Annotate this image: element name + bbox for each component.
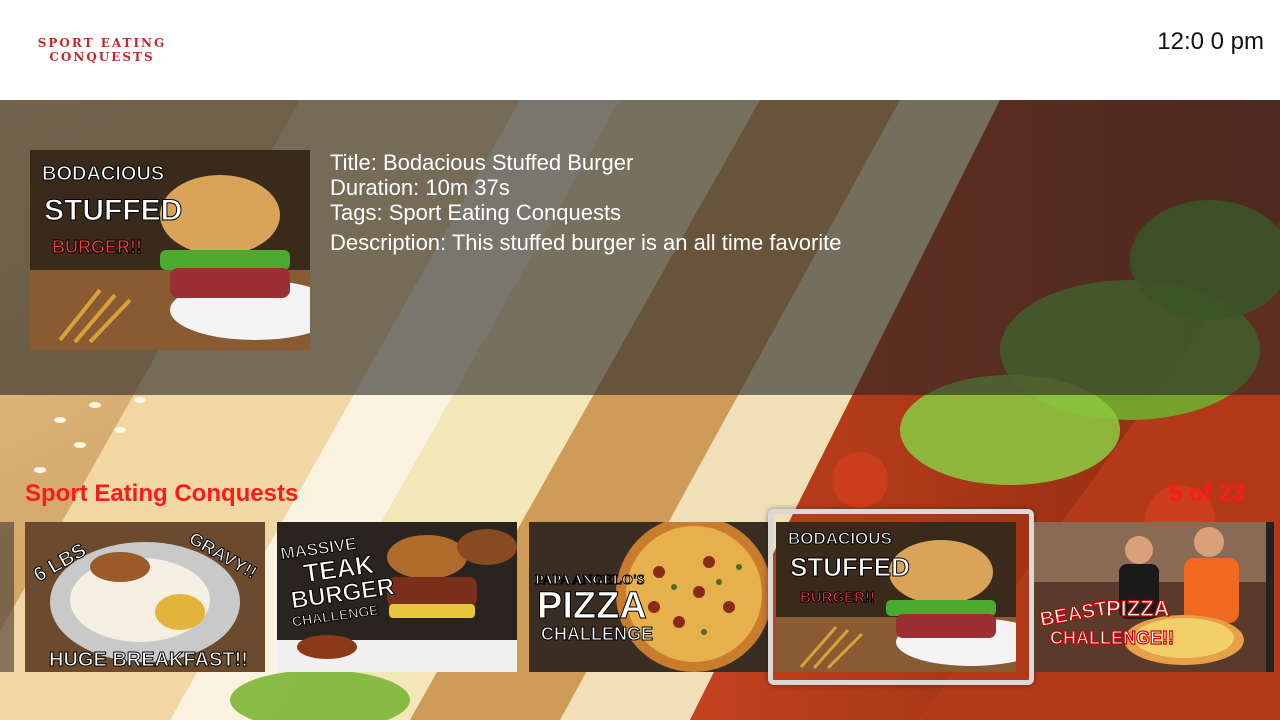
thumb-text-3: BURGER!! — [52, 237, 142, 257]
tile3-text-3: CHALLENGE — [541, 624, 653, 644]
tile5-text-3: CHALLENGE!! — [1050, 628, 1174, 648]
tile4-text-2: STUFFED — [790, 552, 910, 582]
video-duration: Duration: 10m 37s — [330, 175, 510, 200]
logo-line-1: Sport Eating — [37, 36, 167, 50]
video-tile-beast-pizza-challenge[interactable]: BEAST PIZZA CHALLENGE!! — [1034, 522, 1274, 672]
logo-line-2: Conquests — [49, 50, 155, 64]
row-counter: 5 of 23 — [1168, 480, 1245, 507]
selected-thumbnail: BODACIOUS STUFFED BURGER!! — [30, 150, 310, 350]
tile4-text-3: BURGER!! — [800, 589, 875, 606]
video-metadata: Title: Bodacious Stuffed Burger Duration… — [330, 150, 1230, 255]
video-title: Title: Bodacious Stuffed Burger — [330, 150, 634, 175]
thumb-text-2: STUFFED — [44, 194, 182, 227]
clock: 12:0 0 pm — [1157, 28, 1264, 55]
tile1-text-3: HUGE BREAKFAST!! — [49, 649, 248, 671]
app-logo: Sport Eating Conquests — [12, 36, 192, 64]
video-tile-pizza-challenge[interactable]: PAPA ANGELO'S PIZZA CHALLENGE — [529, 522, 769, 672]
video-tile-bodacious-stuffed-burger[interactable]: BODACIOUS STUFFED BURGER!! — [776, 522, 1016, 672]
video-tile-massive-steak-burger[interactable]: MASSIVE TEAK BURGER CHALLENGE — [277, 522, 517, 672]
thumb-text-1: BODACIOUS — [42, 163, 164, 185]
video-description: Description: This stuffed burger is an a… — [330, 230, 842, 255]
video-tags: Tags: Sport Eating Conquests — [330, 200, 622, 225]
previous-tile-edge[interactable] — [0, 522, 14, 672]
tile3-text-2: PIZZA — [537, 585, 647, 627]
app-header: Sport Eating Conquests 12:0 0 pm — [0, 0, 1280, 100]
row-title: Sport Eating Conquests — [25, 480, 299, 507]
tile4-text-1: BODACIOUS — [788, 529, 892, 548]
tile5-text-2: PIZZA — [1106, 596, 1170, 621]
video-tile-huge-breakfast[interactable]: 6 LBS GRAVY!! HUGE BREAKFAST!! — [25, 522, 265, 672]
